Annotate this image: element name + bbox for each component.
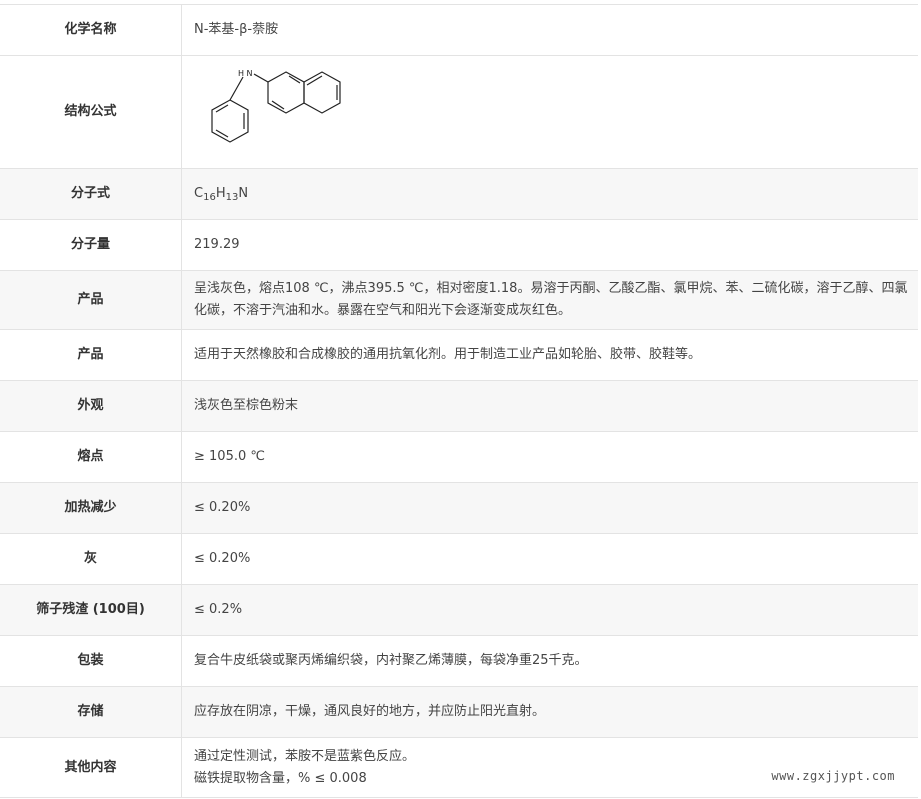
row-other: 其他内容 通过定性测试，苯胺不是蓝紫色反应。 磁铁提取物含量，% ≤ 0.008 bbox=[0, 737, 918, 798]
row-label: 包装 bbox=[0, 635, 182, 687]
row-label: 产品 bbox=[0, 329, 182, 381]
row-product-usage: 产品 适用于天然橡胶和合成橡胶的通用抗氧化剂。用于制造工业产品如轮胎、胶带、胶鞋… bbox=[0, 329, 918, 381]
row-ash: 灰 ≤ 0.20% bbox=[0, 533, 918, 585]
row-structure: 结构公式 H N bbox=[0, 55, 918, 169]
row-value: ≤ 0.20% bbox=[181, 533, 918, 585]
row-label: 分子式 bbox=[0, 168, 182, 220]
row-molecular-weight: 分子量 219.29 bbox=[0, 219, 918, 271]
row-label: 产品 bbox=[0, 270, 182, 330]
spec-table: 化学名称 N-苯基-β-萘胺 结构公式 H N 分子式 C16H13N 分子量 … bbox=[0, 4, 918, 798]
row-value: N-苯基-β-萘胺 bbox=[181, 4, 918, 56]
watermark: www.zgxjjypt.com bbox=[771, 769, 895, 783]
row-value: 通过定性测试，苯胺不是蓝紫色反应。 磁铁提取物含量，% ≤ 0.008 bbox=[181, 737, 918, 798]
row-value: 应存放在阴凉，干燥，通风良好的地方，并应防止阳光直射。 bbox=[181, 686, 918, 738]
row-sieve-residue: 筛子残渣 (100目) ≤ 0.2% bbox=[0, 584, 918, 636]
row-label: 筛子残渣 (100目) bbox=[0, 584, 182, 636]
row-molecular-formula: 分子式 C16H13N bbox=[0, 168, 918, 220]
structure-formula-image: H N bbox=[211, 69, 341, 143]
row-label: 熔点 bbox=[0, 431, 182, 483]
other-line-1: 通过定性测试，苯胺不是蓝紫色反应。 bbox=[194, 748, 416, 764]
row-packaging: 包装 复合牛皮纸袋或聚丙烯编织袋，内衬聚乙烯薄膜，每袋净重25千克。 bbox=[0, 635, 918, 687]
row-value: ≤ 0.20% bbox=[181, 482, 918, 534]
row-heating-loss: 加热减少 ≤ 0.20% bbox=[0, 482, 918, 534]
row-value: 适用于天然橡胶和合成橡胶的通用抗氧化剂。用于制造工业产品如轮胎、胶带、胶鞋等。 bbox=[181, 329, 918, 381]
row-value: ≥ 105.0 ℃ bbox=[181, 431, 918, 483]
row-value: 复合牛皮纸袋或聚丙烯编织袋，内衬聚乙烯薄膜，每袋净重25千克。 bbox=[181, 635, 918, 687]
row-label: 其他内容 bbox=[0, 737, 182, 798]
row-value: 浅灰色至棕色粉末 bbox=[181, 380, 918, 432]
row-chemical-name: 化学名称 N-苯基-β-萘胺 bbox=[0, 4, 918, 56]
row-melting-point: 熔点 ≥ 105.0 ℃ bbox=[0, 431, 918, 483]
row-label: 外观 bbox=[0, 380, 182, 432]
row-label: 化学名称 bbox=[0, 4, 182, 56]
row-appearance: 外观 浅灰色至棕色粉末 bbox=[0, 380, 918, 432]
row-label: 加热减少 bbox=[0, 482, 182, 534]
row-label: 存储 bbox=[0, 686, 182, 738]
row-storage: 存储 应存放在阴凉，干燥，通风良好的地方，并应防止阳光直射。 bbox=[0, 686, 918, 738]
row-label: 分子量 bbox=[0, 219, 182, 271]
molecular-formula: C16H13N bbox=[181, 168, 918, 220]
structure-atom-label: H N bbox=[238, 69, 253, 78]
row-label: 结构公式 bbox=[0, 55, 182, 169]
row-value: ≤ 0.2% bbox=[181, 584, 918, 636]
structure-cell: H N bbox=[181, 55, 918, 169]
row-product-properties: 产品 呈浅灰色，熔点108 ℃，沸点395.5 ℃，相对密度1.18。易溶于丙酮… bbox=[0, 270, 918, 330]
row-label: 灰 bbox=[0, 533, 182, 585]
row-value: 219.29 bbox=[181, 219, 918, 271]
row-value: 呈浅灰色，熔点108 ℃，沸点395.5 ℃，相对密度1.18。易溶于丙酮、乙酸… bbox=[181, 270, 918, 330]
